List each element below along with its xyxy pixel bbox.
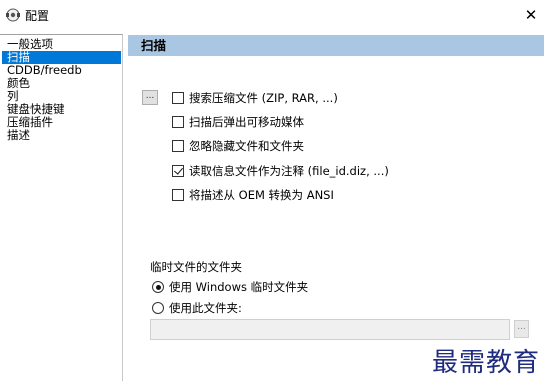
- sidebar-item-colors[interactable]: 颜色: [2, 77, 121, 90]
- option-convert-oem[interactable]: 将描述从 OEM 转换为 ANSI: [172, 187, 334, 203]
- radio-label: 使用 Windows 临时文件夹: [169, 280, 309, 294]
- sidebar-item-descriptions[interactable]: 描述: [2, 129, 121, 142]
- category-list: 一般选项 扫描 CDDB/freedb 颜色 列 键盘快捷键 压缩插件 描述: [0, 34, 123, 381]
- option-search-archives[interactable]: 搜索压缩文件 (ZIP, RAR, ...): [172, 90, 338, 106]
- search-archives-checkbox[interactable]: [172, 92, 184, 104]
- watermark-text: 最需教育: [432, 348, 541, 378]
- radio-use-this-folder[interactable]: 使用此文件夹:: [152, 300, 242, 316]
- section-title: 扫描: [128, 35, 544, 56]
- option-label: 将描述从 OEM 转换为 ANSI: [189, 188, 334, 202]
- convert-oem-checkbox[interactable]: [172, 189, 184, 201]
- option-read-info-files[interactable]: 读取信息文件作为注释 (file_id.diz, ...): [172, 163, 389, 179]
- ignore-hidden-checkbox[interactable]: [172, 140, 184, 152]
- option-ignore-hidden[interactable]: 忽略隐藏文件和文件夹: [172, 138, 304, 154]
- windows-temp-radio[interactable]: [152, 281, 164, 293]
- radio-use-windows-temp[interactable]: 使用 Windows 临时文件夹: [152, 279, 308, 295]
- option-eject-media[interactable]: 扫描后弹出可移动媒体: [172, 114, 304, 130]
- archive-browse-button[interactable]: ...: [142, 90, 158, 105]
- title-bar: 配置 ✕: [0, 0, 553, 30]
- read-info-files-checkbox[interactable]: [172, 165, 184, 177]
- close-button[interactable]: ✕: [509, 0, 553, 30]
- app-icon: [6, 8, 20, 22]
- temp-folder-path-input[interactable]: [150, 319, 510, 340]
- custom-folder-radio[interactable]: [152, 302, 164, 314]
- temp-folder-browse-button[interactable]: ...: [514, 320, 529, 338]
- eject-media-checkbox[interactable]: [172, 116, 184, 128]
- option-label: 搜索压缩文件 (ZIP, RAR, ...): [189, 91, 338, 105]
- radio-label: 使用此文件夹:: [169, 301, 242, 315]
- close-icon: ✕: [524, 6, 538, 24]
- temp-folder-label: 临时文件的文件夹: [150, 260, 242, 274]
- window-title: 配置: [25, 9, 50, 23]
- option-label: 扫描后弹出可移动媒体: [189, 115, 304, 129]
- option-label: 忽略隐藏文件和文件夹: [189, 139, 304, 153]
- option-label: 读取信息文件作为注释 (file_id.diz, ...): [189, 164, 389, 178]
